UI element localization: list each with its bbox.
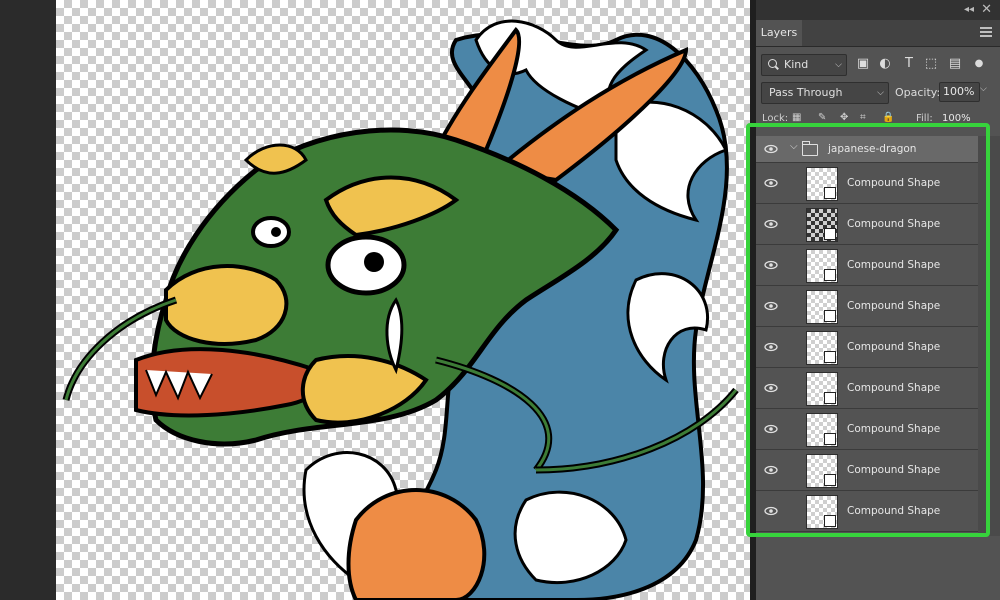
filter-toggle-icon[interactable]: ●: [971, 56, 987, 72]
left-gutter: [0, 0, 56, 600]
chevron-down-icon: ⌵: [835, 60, 842, 70]
tab-layers[interactable]: Layers: [756, 20, 802, 46]
search-icon: [768, 59, 777, 68]
adjustment-filter-icon[interactable]: ◐: [877, 56, 893, 72]
lock-transparent-icon[interactable]: ▦: [792, 112, 801, 123]
chevron-down-icon: ⌵: [877, 88, 884, 98]
selection-highlight: [746, 123, 990, 537]
panel-tab-row: Layers: [756, 20, 1000, 47]
smart-object-filter-icon[interactable]: ▤: [947, 56, 963, 72]
filter-kind-select[interactable]: Kind ⌵: [761, 54, 847, 76]
document-canvas[interactable]: [56, 0, 750, 600]
lock-move-icon[interactable]: ✥: [840, 112, 848, 123]
panel-menu-icon[interactable]: [980, 27, 992, 37]
panel-topbar: ◂◂ ✕: [756, 0, 1000, 20]
blend-mode-label: Pass Through: [769, 86, 843, 99]
opacity-dropdown-icon[interactable]: ⌵: [980, 84, 987, 94]
close-icon[interactable]: ✕: [981, 2, 992, 17]
dragon-artwork: [62, 19, 739, 600]
lock-artboard-icon[interactable]: ⌗: [860, 112, 866, 123]
blend-mode-select[interactable]: Pass Through ⌵: [761, 82, 889, 104]
opacity-input[interactable]: 100%: [939, 82, 980, 102]
type-filter-icon[interactable]: T: [901, 56, 917, 72]
lock-all-icon[interactable]: 🔒: [882, 112, 894, 123]
pixel-filter-icon[interactable]: ▣: [855, 56, 871, 72]
opacity-label: Opacity:: [895, 86, 941, 99]
filter-kind-label: Kind: [784, 58, 809, 71]
collapse-panels-icon[interactable]: ◂◂: [964, 4, 974, 15]
lock-paint-icon[interactable]: ✎: [818, 112, 826, 123]
shape-filter-icon[interactable]: ⬚: [923, 56, 939, 72]
